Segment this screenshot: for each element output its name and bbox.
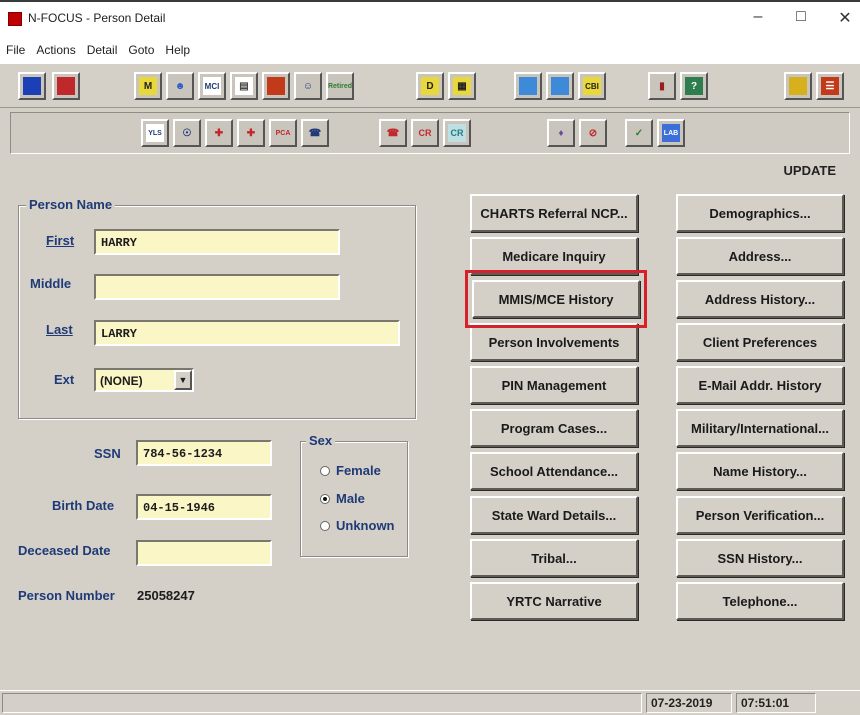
retired-icon[interactable]: Retired (326, 72, 354, 100)
radio-female[interactable]: Female (320, 463, 381, 478)
telephone-button[interactable]: Telephone... (676, 582, 844, 620)
d-icon[interactable]: D (416, 72, 444, 100)
folder-red-icon[interactable] (262, 72, 290, 100)
shield-icon[interactable]: ♦ (547, 119, 575, 147)
charts-referral-ncp-button[interactable]: CHARTS Referral NCP... (470, 194, 638, 232)
phone-red-icon[interactable]: ☎ (379, 119, 407, 147)
person-number-value: 25058247 (137, 588, 195, 603)
address-button[interactable]: Address... (676, 237, 844, 275)
menu-list-icon[interactable]: ☰ (816, 72, 844, 100)
menu-goto[interactable]: Goto (122, 40, 159, 57)
minimize-icon[interactable]: – (743, 8, 773, 26)
window-icon[interactable] (514, 72, 542, 100)
cbi-icon[interactable]: CBI (578, 72, 606, 100)
status-message (2, 693, 642, 713)
person-name-group-title: Person Name (26, 197, 116, 212)
chart-icon[interactable]: ▮ (648, 72, 676, 100)
first-name-field[interactable]: HARRY (94, 229, 340, 255)
deceased-date-field[interactable] (136, 540, 272, 566)
program-cases-button[interactable]: Program Cases... (470, 409, 638, 447)
highlight-box (465, 270, 647, 328)
pca-icon[interactable]: PCA (269, 119, 297, 147)
address-history-button[interactable]: Address History... (676, 280, 844, 318)
windows-icon[interactable] (546, 72, 574, 100)
status-time: 07:51:01 (736, 693, 816, 713)
yrtc-narrative-button[interactable]: YRTC Narrative (470, 582, 638, 620)
middle-name-label: Middle (30, 276, 72, 291)
medical-record-icon[interactable]: ✚ (237, 119, 265, 147)
birth-date-field[interactable]: 04-15-1946 (136, 494, 272, 520)
title-bar: N-FOCUS - Person Detail – □ ✕ (0, 0, 860, 40)
ext-select[interactable]: (NONE) ▼ (94, 368, 194, 392)
email-address-history-button[interactable]: E-Mail Addr. History (676, 366, 844, 404)
person-number-label: Person Number (18, 588, 115, 603)
menu-help[interactable]: Help (159, 40, 195, 57)
ssn-label: SSN (94, 446, 121, 461)
maximize-icon[interactable]: □ (786, 8, 816, 26)
radio-unknown[interactable]: Unknown (320, 518, 395, 533)
copy-icon[interactable]: ▦ (448, 72, 476, 100)
yls-icon[interactable]: YLS (141, 119, 169, 147)
cr-red-icon[interactable]: CR (411, 119, 439, 147)
family-icon[interactable]: ☺ (294, 72, 322, 100)
ssn-history-button[interactable]: SSN History... (676, 539, 844, 577)
ssn-field[interactable]: 784-56-1234 (136, 440, 272, 466)
chevron-down-icon[interactable]: ▼ (174, 370, 192, 390)
last-name-field[interactable]: LARRY (94, 320, 400, 346)
birth-date-label: Birth Date (52, 498, 115, 513)
menu-actions[interactable]: Actions (30, 40, 80, 57)
close-icon[interactable]: ✕ (830, 8, 860, 28)
radio-male[interactable]: Male (320, 491, 365, 506)
medical-icon[interactable]: ✚ (205, 119, 233, 147)
first-name-label: First (46, 233, 75, 248)
deceased-date-label: Deceased Date (18, 543, 111, 558)
app-icon (8, 12, 22, 26)
status-date: 07-23-2019 (646, 693, 732, 713)
person-involvements-button[interactable]: Person Involvements (470, 323, 638, 361)
window-title: N-FOCUS - Person Detail (28, 11, 166, 25)
exit-icon[interactable] (784, 72, 812, 100)
radio-unknown-label: Unknown (336, 518, 395, 533)
main-toolbar: M ☻ MCI ▤ ☺ Retired D ▦ CBI ▮ ? ☰ (0, 64, 860, 108)
ext-label: Ext (54, 372, 75, 387)
close-window-tool-icon[interactable] (52, 72, 80, 100)
no-symbol-icon[interactable]: ⊘ (579, 119, 607, 147)
save-tool-icon[interactable] (18, 72, 46, 100)
secondary-toolbar: YLS ☉ ✚ ✚ PCA ☎ ☎ CR CR ♦ ⊘ ✓ LAB (10, 112, 850, 154)
tribal-button[interactable]: Tribal... (470, 539, 638, 577)
menu-detail[interactable]: Detail (81, 40, 123, 57)
name-history-button[interactable]: Name History... (676, 452, 844, 490)
state-ward-details-button[interactable]: State Ward Details... (470, 496, 638, 534)
last-name-label: Last (46, 322, 73, 337)
pin-management-button[interactable]: PIN Management (470, 366, 638, 404)
military-international-button[interactable]: Military/International... (676, 409, 844, 447)
status-bar: 07-23-2019 07:51:01 (0, 690, 860, 715)
mci-icon[interactable]: MCI (198, 72, 226, 100)
client-preferences-button[interactable]: Client Preferences (676, 323, 844, 361)
demographics-button[interactable]: Demographics... (676, 194, 844, 232)
person-verification-button[interactable]: Person Verification... (676, 496, 844, 534)
radio-male-indicator[interactable] (320, 494, 330, 504)
menu-bar: File Actions Detail Goto Help (0, 40, 860, 64)
middle-name-field[interactable] (94, 274, 340, 300)
radio-unknown-indicator[interactable] (320, 521, 330, 531)
document-icon[interactable]: ▤ (230, 72, 258, 100)
mode-indicator: UPDATE (783, 163, 836, 178)
medicaid-icon[interactable]: M (134, 72, 162, 100)
cr-teal-icon[interactable]: CR (443, 119, 471, 147)
phone-icon[interactable]: ☎ (301, 119, 329, 147)
help-icon[interactable]: ? (680, 72, 708, 100)
person-walk-icon[interactable]: ☉ (173, 119, 201, 147)
radio-female-label: Female (336, 463, 381, 478)
lab-icon[interactable]: LAB (657, 119, 685, 147)
ext-select-value: (NONE) (100, 374, 143, 388)
menu-file[interactable]: File (0, 40, 30, 57)
sex-group-title: Sex (306, 433, 336, 448)
school-attendance-button[interactable]: School Attendance... (470, 452, 638, 490)
person-search-icon[interactable]: ☻ (166, 72, 194, 100)
checklist-icon[interactable]: ✓ (625, 119, 653, 147)
radio-female-indicator[interactable] (320, 466, 330, 476)
radio-male-label: Male (336, 491, 365, 506)
